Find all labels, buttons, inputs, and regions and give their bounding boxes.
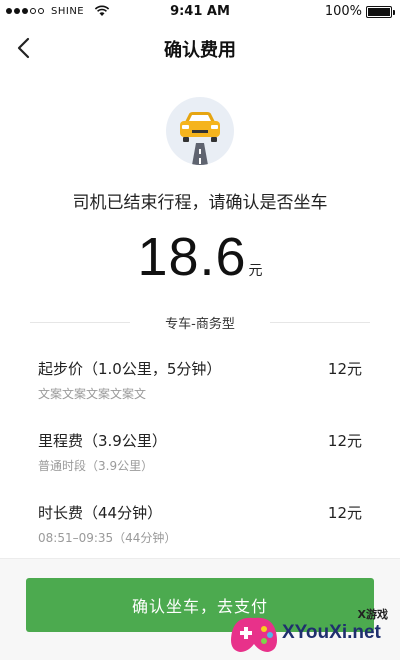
nav-bar: 确认费用 bbox=[0, 26, 400, 70]
battery-level bbox=[368, 7, 390, 16]
watermark-site: XYouXi.net bbox=[282, 622, 381, 643]
battery-icon bbox=[366, 5, 395, 18]
watermark: X游戏 XYouXi.net bbox=[222, 598, 400, 660]
watermark-small-text: X游戏 bbox=[357, 608, 388, 621]
trip-ended-message: 司机已结束行程，请确认是否坐车 bbox=[72, 193, 328, 213]
fee-note: 文案文案文案文案文 bbox=[38, 387, 147, 401]
gamepad-logo-icon bbox=[231, 617, 277, 652]
status-bar: SHINE 9:41 AM 100% bbox=[0, 0, 400, 24]
fee-note: 普通时段（3.9公里） bbox=[38, 459, 154, 473]
battery-group: 100% bbox=[324, 4, 395, 19]
car-avatar bbox=[166, 97, 234, 165]
battery-percent: 100% bbox=[324, 4, 362, 19]
fare-unit: 元 bbox=[248, 263, 263, 279]
fee-price: 12元 bbox=[327, 360, 362, 378]
fee-note: 08:51–09:35（44分钟） bbox=[38, 531, 177, 545]
page-title: 确认费用 bbox=[164, 40, 236, 61]
fare-value: 18.6 bbox=[137, 227, 247, 287]
fee-price: 12元 bbox=[327, 504, 362, 522]
car-icon bbox=[180, 112, 220, 165]
fee-name: 时长费（44分钟） bbox=[38, 504, 163, 522]
car-type-label: 专车-商务型 bbox=[165, 317, 235, 332]
fare-amount: 18.6 元 bbox=[0, 226, 400, 288]
fee-name: 起步价（1.0公里，5分钟） bbox=[38, 360, 222, 378]
fee-name: 里程费（3.9公里） bbox=[38, 432, 167, 450]
fee-price: 12元 bbox=[327, 432, 362, 450]
